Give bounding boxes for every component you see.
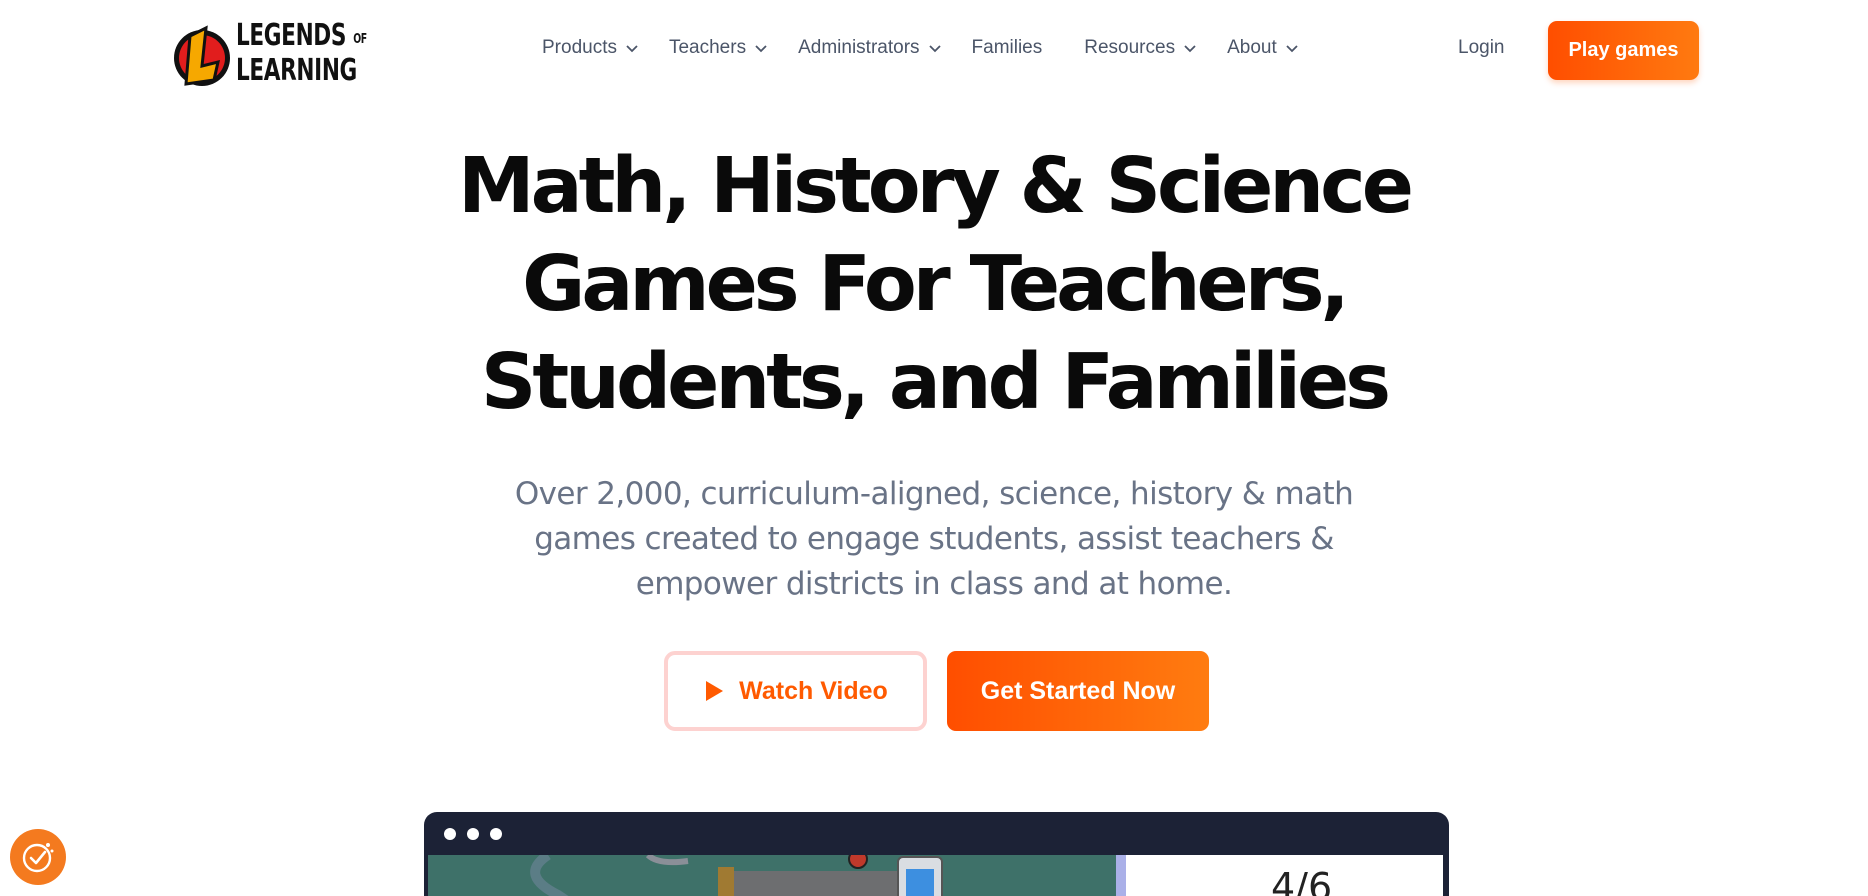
window-dot bbox=[490, 828, 502, 840]
hero-title-line: Math, History & Science bbox=[458, 142, 1414, 231]
hero-subtitle-line: Over 2,000, curriculum-aligned, science,… bbox=[514, 476, 1354, 512]
page: LEGENDS OF LEARNING Products Teachers Ad… bbox=[0, 0, 1868, 896]
login-link[interactable]: Login bbox=[1458, 37, 1505, 59]
hero-subtitle-line: games created to engage students, assist… bbox=[534, 521, 1334, 557]
nav-item-families[interactable]: Families bbox=[972, 37, 1043, 59]
hero-subtitle-line: empower districts in class and at home. bbox=[635, 566, 1233, 602]
score-text: 4/6 bbox=[1271, 865, 1333, 896]
logo-wordmark: LEGENDS OF LEARNING bbox=[236, 20, 418, 86]
nav-item-label: Resources bbox=[1084, 37, 1176, 58]
get-started-button[interactable]: Get Started Now bbox=[947, 651, 1209, 731]
chevron-down-icon bbox=[928, 45, 941, 53]
hero-title-line: Students, and Families bbox=[480, 338, 1391, 427]
hero-title-line: Games For Teachers, bbox=[522, 240, 1350, 329]
nav-item-products[interactable]: Products bbox=[542, 37, 639, 59]
chevron-down-icon bbox=[1184, 45, 1196, 53]
window-dot bbox=[444, 828, 456, 840]
chevron-down-icon bbox=[755, 45, 767, 53]
cookie-consent-icon bbox=[22, 843, 54, 873]
chevron-down-icon bbox=[1286, 45, 1298, 53]
score-panel: 4/6 bbox=[1116, 855, 1443, 896]
nav-item-about[interactable]: About bbox=[1227, 37, 1299, 59]
hero-title: Math, History & Science Games For Teache… bbox=[434, 138, 1434, 432]
logo[interactable]: LEGENDS OF LEARNING bbox=[172, 14, 378, 90]
cookie-consent-button[interactable] bbox=[10, 829, 66, 885]
nav-item-label: Administrators bbox=[798, 37, 920, 58]
window-dot bbox=[467, 828, 479, 840]
nav-item-label: About bbox=[1227, 37, 1277, 58]
window-controls bbox=[444, 828, 502, 840]
game-scene-art bbox=[428, 855, 1118, 896]
logo-word-of: OF bbox=[353, 32, 367, 47]
nav-item-administrators[interactable]: Administrators bbox=[798, 37, 941, 59]
chevron-down-icon bbox=[626, 45, 638, 53]
game-preview-window: 4/6 bbox=[424, 812, 1449, 896]
logo-mark-icon bbox=[174, 25, 230, 86]
nav-item-label: Products bbox=[542, 37, 617, 58]
hero-subtitle: Over 2,000, curriculum-aligned, science,… bbox=[484, 472, 1384, 607]
main-nav: Products Teachers Administrators Familie… bbox=[542, 37, 1299, 59]
logo-word-learning: LEARNING bbox=[236, 53, 357, 88]
watch-video-button[interactable]: Watch Video bbox=[664, 651, 927, 731]
nav-item-teachers[interactable]: Teachers bbox=[669, 37, 768, 59]
play-icon bbox=[706, 681, 724, 701]
watch-video-label: Watch Video bbox=[739, 676, 888, 705]
nav-item-label: Teachers bbox=[668, 37, 747, 58]
logo-word-legends: LEGENDS bbox=[236, 18, 347, 53]
nav-item-resources[interactable]: Resources bbox=[1084, 37, 1197, 59]
game-screenshot: 4/6 bbox=[428, 855, 1443, 896]
play-games-button[interactable]: Play games bbox=[1548, 21, 1699, 80]
nav-item-label: Families bbox=[971, 37, 1043, 58]
